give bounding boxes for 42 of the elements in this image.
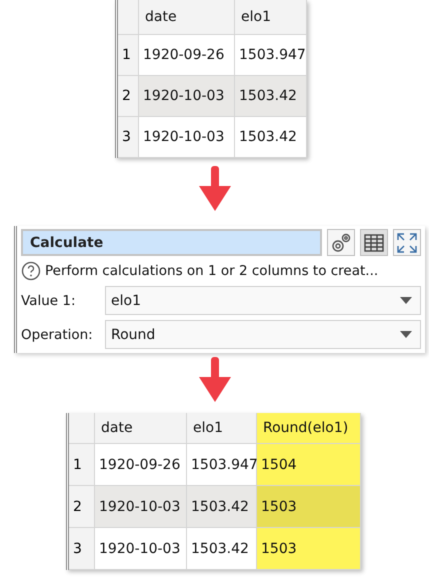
table-cell: 1504 [257,444,361,486]
table-cell: 1920-10-03 [95,528,187,570]
column-header[interactable]: elo1 [187,413,257,444]
table-cell: 1503 [257,486,361,528]
table-cell: 1503.42 [235,117,307,158]
dropdown-field[interactable]: elo1 [105,286,421,315]
help-icon[interactable] [21,261,41,281]
row-number: 3 [118,117,139,158]
table-icon[interactable] [360,229,388,256]
column-header[interactable]: elo1 [235,0,307,35]
table-cell: 1503.42 [235,76,307,117]
table-cell: 1503.947 [235,35,307,76]
caret-icon [400,297,412,304]
table-cell: 1920-09-26 [95,444,187,486]
column-header[interactable]: date [139,0,235,35]
panel-title-field[interactable]: Calculate [21,229,322,256]
table-cell: 1920-10-03 [95,486,187,528]
table-corner [118,0,139,35]
table-cell: 1920-10-03 [139,117,235,158]
row-number: 3 [69,528,95,570]
dropdown-field[interactable]: Round [105,320,421,349]
table-cell: 1503.947 [187,444,257,486]
down-arrow-icon [198,357,232,403]
row-number: 2 [118,76,139,117]
maximize-icon[interactable] [393,229,421,256]
table-corner [69,413,95,444]
caret-icon [400,331,412,338]
column-header[interactable]: date [95,413,187,444]
settings-icon[interactable] [327,229,355,256]
field-label: Operation: [21,326,94,342]
table-cell: 1503.42 [187,486,257,528]
table-cell: 1920-09-26 [139,35,235,76]
field-label: Value 1: [21,292,77,308]
row-number: 2 [69,486,95,528]
table-cell: 1920-10-03 [139,76,235,117]
help-text: Perform calculations on 1 or 2 columns to creat... [45,263,378,279]
column-header[interactable]: Round(elo1) [257,413,361,444]
table-cell: 1503.42 [187,528,257,570]
down-arrow-icon [198,166,232,212]
table-cell: 1503 [257,528,361,570]
row-number: 1 [69,444,95,486]
row-number: 1 [118,35,139,76]
